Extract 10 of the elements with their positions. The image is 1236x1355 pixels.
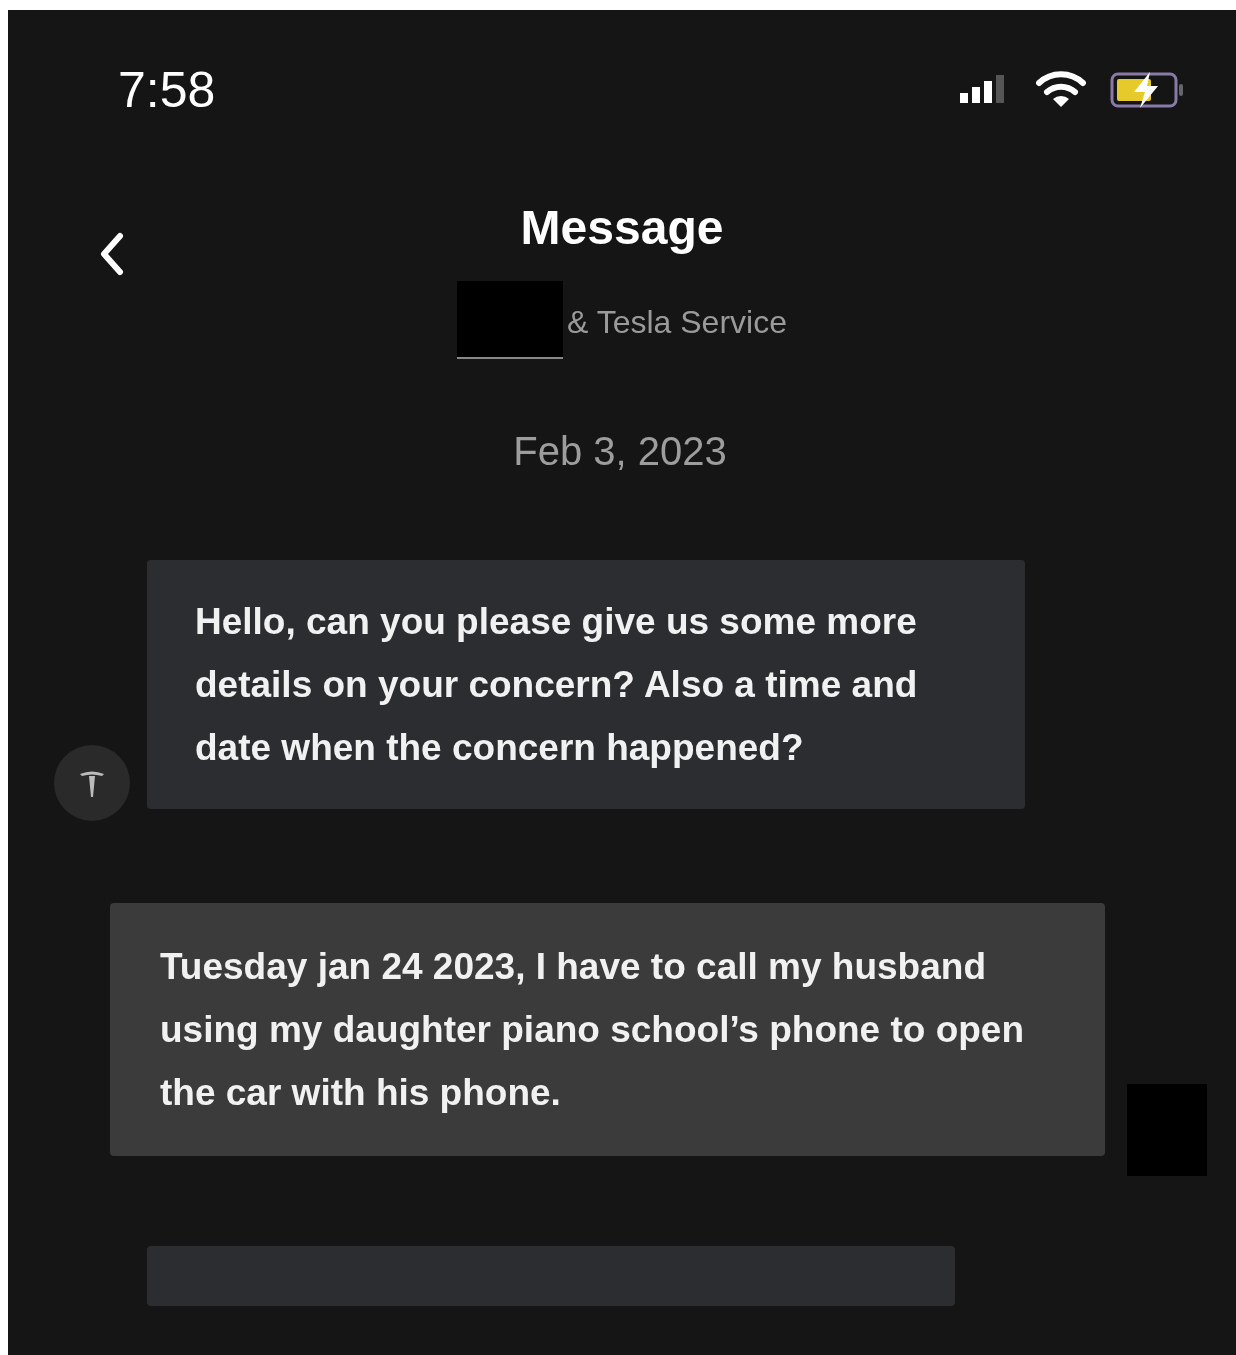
conversation-participants: & Tesla Service (567, 304, 787, 341)
status-time: 7:58 (118, 61, 216, 119)
message-bubble: Tuesday jan 24 2023, I have to call my husband using my daughter piano school’s phone to open the car with his phone. (110, 903, 1105, 1156)
header-title: Message (520, 200, 724, 255)
date-label: Feb 3, 2023 (512, 429, 728, 474)
message-bubble: Hello, can you please give us some more details on your concern? Also a time and date when the concern happened? (147, 560, 1025, 809)
back-button[interactable] (98, 232, 126, 276)
wifi-icon (1036, 71, 1086, 109)
battery-charging-icon (1110, 70, 1186, 110)
avatar-icon (54, 745, 130, 821)
